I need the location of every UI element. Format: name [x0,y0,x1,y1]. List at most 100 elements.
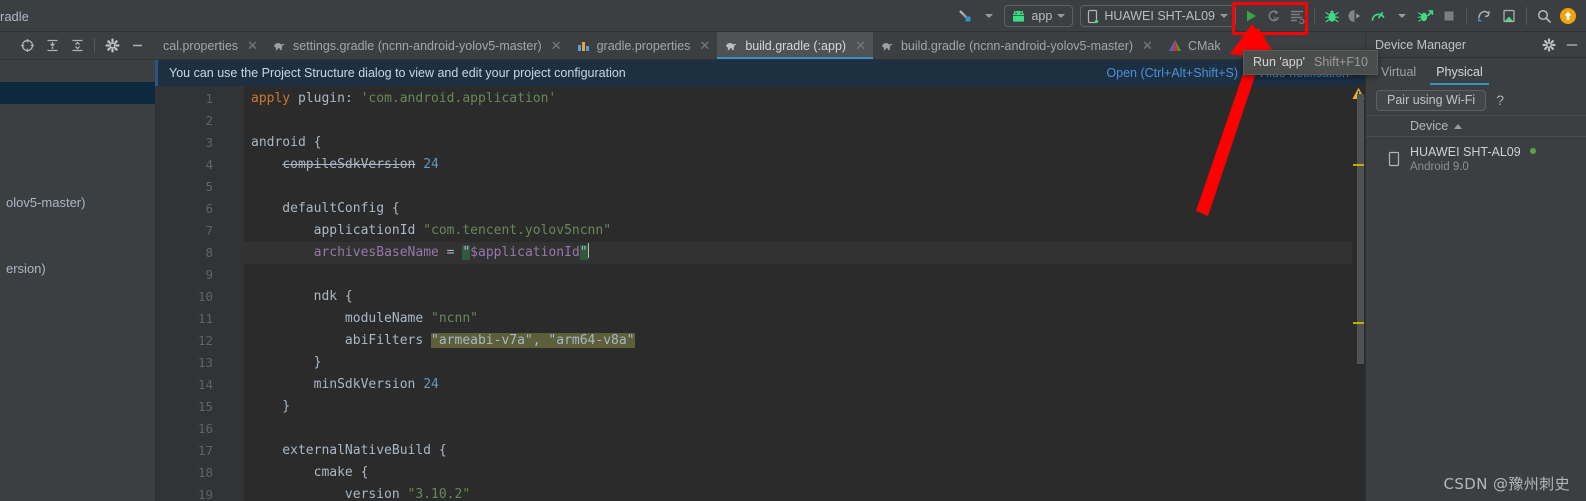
debug-button[interactable] [1321,5,1343,27]
tab-gradle-properties[interactable]: gradle.properties ✕ [569,32,718,59]
project-settings-button[interactable] [104,38,120,54]
code-line[interactable]: } [244,352,322,374]
list-item[interactable] [0,60,155,82]
tree-spacer-2 [0,214,155,258]
list-item[interactable]: ersion) [0,258,155,280]
update-button[interactable] [1556,5,1580,27]
code-token: " [462,245,471,260]
project-tree-panel[interactable]: olov5-master) ersion) [0,60,155,501]
code-line[interactable]: cmake { [244,462,369,484]
editor-code-area[interactable]: apply plugin: 'com.android.application' a… [244,86,1365,501]
project-panel-toolbar [0,32,155,60]
code-line[interactable]: minSdkVersion 24 [244,374,439,396]
list-item[interactable]: olov5-master) [0,192,155,214]
build-dropdown-arrow[interactable] [978,5,1000,27]
close-icon[interactable]: ✕ [855,38,866,54]
code-line[interactable]: externalNativeBuild { [244,440,446,462]
code-line[interactable]: } [244,396,290,418]
list-item[interactable] [0,126,155,148]
pair-button-label: Pair using Wi-Fi [1387,93,1476,107]
warning-marker[interactable] [1353,322,1364,324]
tab-build-gradle-root[interactable]: build.gradle (ncnn-android-yolov5-master… [873,32,1160,59]
table-row[interactable]: HUAWEI SHT-AL09 Android 9.0 [1366,137,1586,181]
search-everywhere-button[interactable] [1533,5,1555,27]
hide-panel-button[interactable] [129,38,145,54]
tab-physical[interactable]: Physical [1426,58,1493,85]
run-logcat-button[interactable] [1286,5,1308,27]
run-config-label: app [1031,9,1053,23]
close-icon[interactable]: ✕ [699,38,710,54]
tab-label: gradle.properties [596,38,691,53]
code-line[interactable]: version "3.10.2" [244,484,470,501]
list-item[interactable] [0,104,155,126]
collapse-all-button[interactable] [69,38,85,54]
line-number: 18 [197,465,213,480]
device-manager-button[interactable] [1498,5,1520,27]
close-icon[interactable]: ✕ [551,38,562,54]
code-token: "ncnn" [431,311,478,326]
editor-fold-gutter[interactable] [217,86,298,501]
device-table-header: Device [1366,115,1586,137]
target-device-selector[interactable]: HUAWEI SHT-AL09 [1080,5,1236,27]
code-line[interactable]: applicationId "com.tencent.yolov5ncnn" [244,220,611,242]
code-line[interactable] [244,110,251,132]
run-coverage-button[interactable] [1344,5,1366,27]
device-manager-settings-button[interactable] [1540,36,1558,54]
editor-gutter[interactable]: 1 2 3 4 5 6 7 8 9 10 11 12 13 14 15 16 17 18 19 [155,86,217,501]
close-icon[interactable]: ✕ [1142,38,1153,54]
code-token: apply [251,91,298,106]
attach-debugger-button[interactable] [1414,5,1437,27]
stop-button[interactable] [1438,5,1460,27]
code-line[interactable]: archivesBaseName = "$applicationId" [244,242,589,264]
code-line[interactable]: abiFilters "armeabi-v7a", "arm64-v8a" [244,330,635,352]
code-line[interactable]: ndk { [244,286,353,308]
device-manager-actions: Pair using Wi-Fi ? [1366,85,1586,115]
tab-local-properties[interactable]: cal.properties ✕ [155,32,265,59]
tab-build-gradle-app[interactable]: build.gradle (:app) ✕ [717,32,873,59]
code-editor[interactable]: 1 2 3 4 5 6 7 8 9 10 11 12 13 14 15 16 17 18 19 apply plug… [155,86,1365,501]
run-button[interactable] [1240,5,1262,27]
editor-marker-scrollbar[interactable] [1352,86,1365,501]
sort-ascending-icon[interactable] [1454,123,1463,129]
list-item[interactable] [0,82,155,104]
pair-using-wifi-button[interactable]: Pair using Wi-Fi [1376,89,1487,111]
code-line[interactable]: compileSdkVersion 24 [244,154,439,176]
device-manager-minimize-button[interactable] [1564,37,1580,53]
sdk-manager-button[interactable] [1473,5,1497,27]
code-line[interactable]: moduleName "ncnn" [244,308,478,330]
line-number: 3 [205,135,213,150]
apply-changes-button[interactable]: A [1263,5,1285,27]
code-token: version [251,487,408,501]
profiler-button[interactable] [1367,5,1390,27]
close-icon[interactable]: ✕ [247,38,258,54]
notification-open-link[interactable]: Open (Ctrl+Alt+Shift+S) [1106,66,1238,80]
code-line[interactable]: android { [244,132,321,154]
help-button[interactable]: ? [1496,92,1504,108]
code-token: } [251,399,291,414]
run-configuration-selector[interactable]: app [1004,5,1074,27]
code-line[interactable]: apply plugin: 'com.android.application' [244,88,556,110]
tab-label: build.gradle (:app) [745,38,847,53]
code-line[interactable] [244,176,251,198]
code-token: ndk { [251,289,353,304]
code-line[interactable] [244,418,251,440]
code-line[interactable]: defaultConfig { [244,198,399,220]
tab-cmakelists[interactable]: CMak [1160,32,1228,59]
code-token: : [344,91,361,106]
code-token: applicationId [251,223,424,238]
build-project-button[interactable] [954,5,977,27]
line-number: 15 [197,399,213,414]
profiler-dropdown-arrow[interactable] [1391,5,1413,27]
device-online-indicator [1530,148,1537,154]
expand-all-button[interactable] [44,38,60,54]
warning-marker[interactable] [1353,164,1364,166]
code-line[interactable] [244,264,251,286]
watermark: CSDN @豫州刺史 [1443,475,1570,493]
run-lines-icon [1290,10,1305,24]
tab-virtual[interactable]: Virtual [1371,58,1426,85]
tab-settings-gradle[interactable]: settings.gradle (ncnn-android-yolov5-mas… [265,32,569,59]
select-opened-file-button[interactable] [19,38,35,54]
column-header-device[interactable]: Device [1410,119,1448,133]
